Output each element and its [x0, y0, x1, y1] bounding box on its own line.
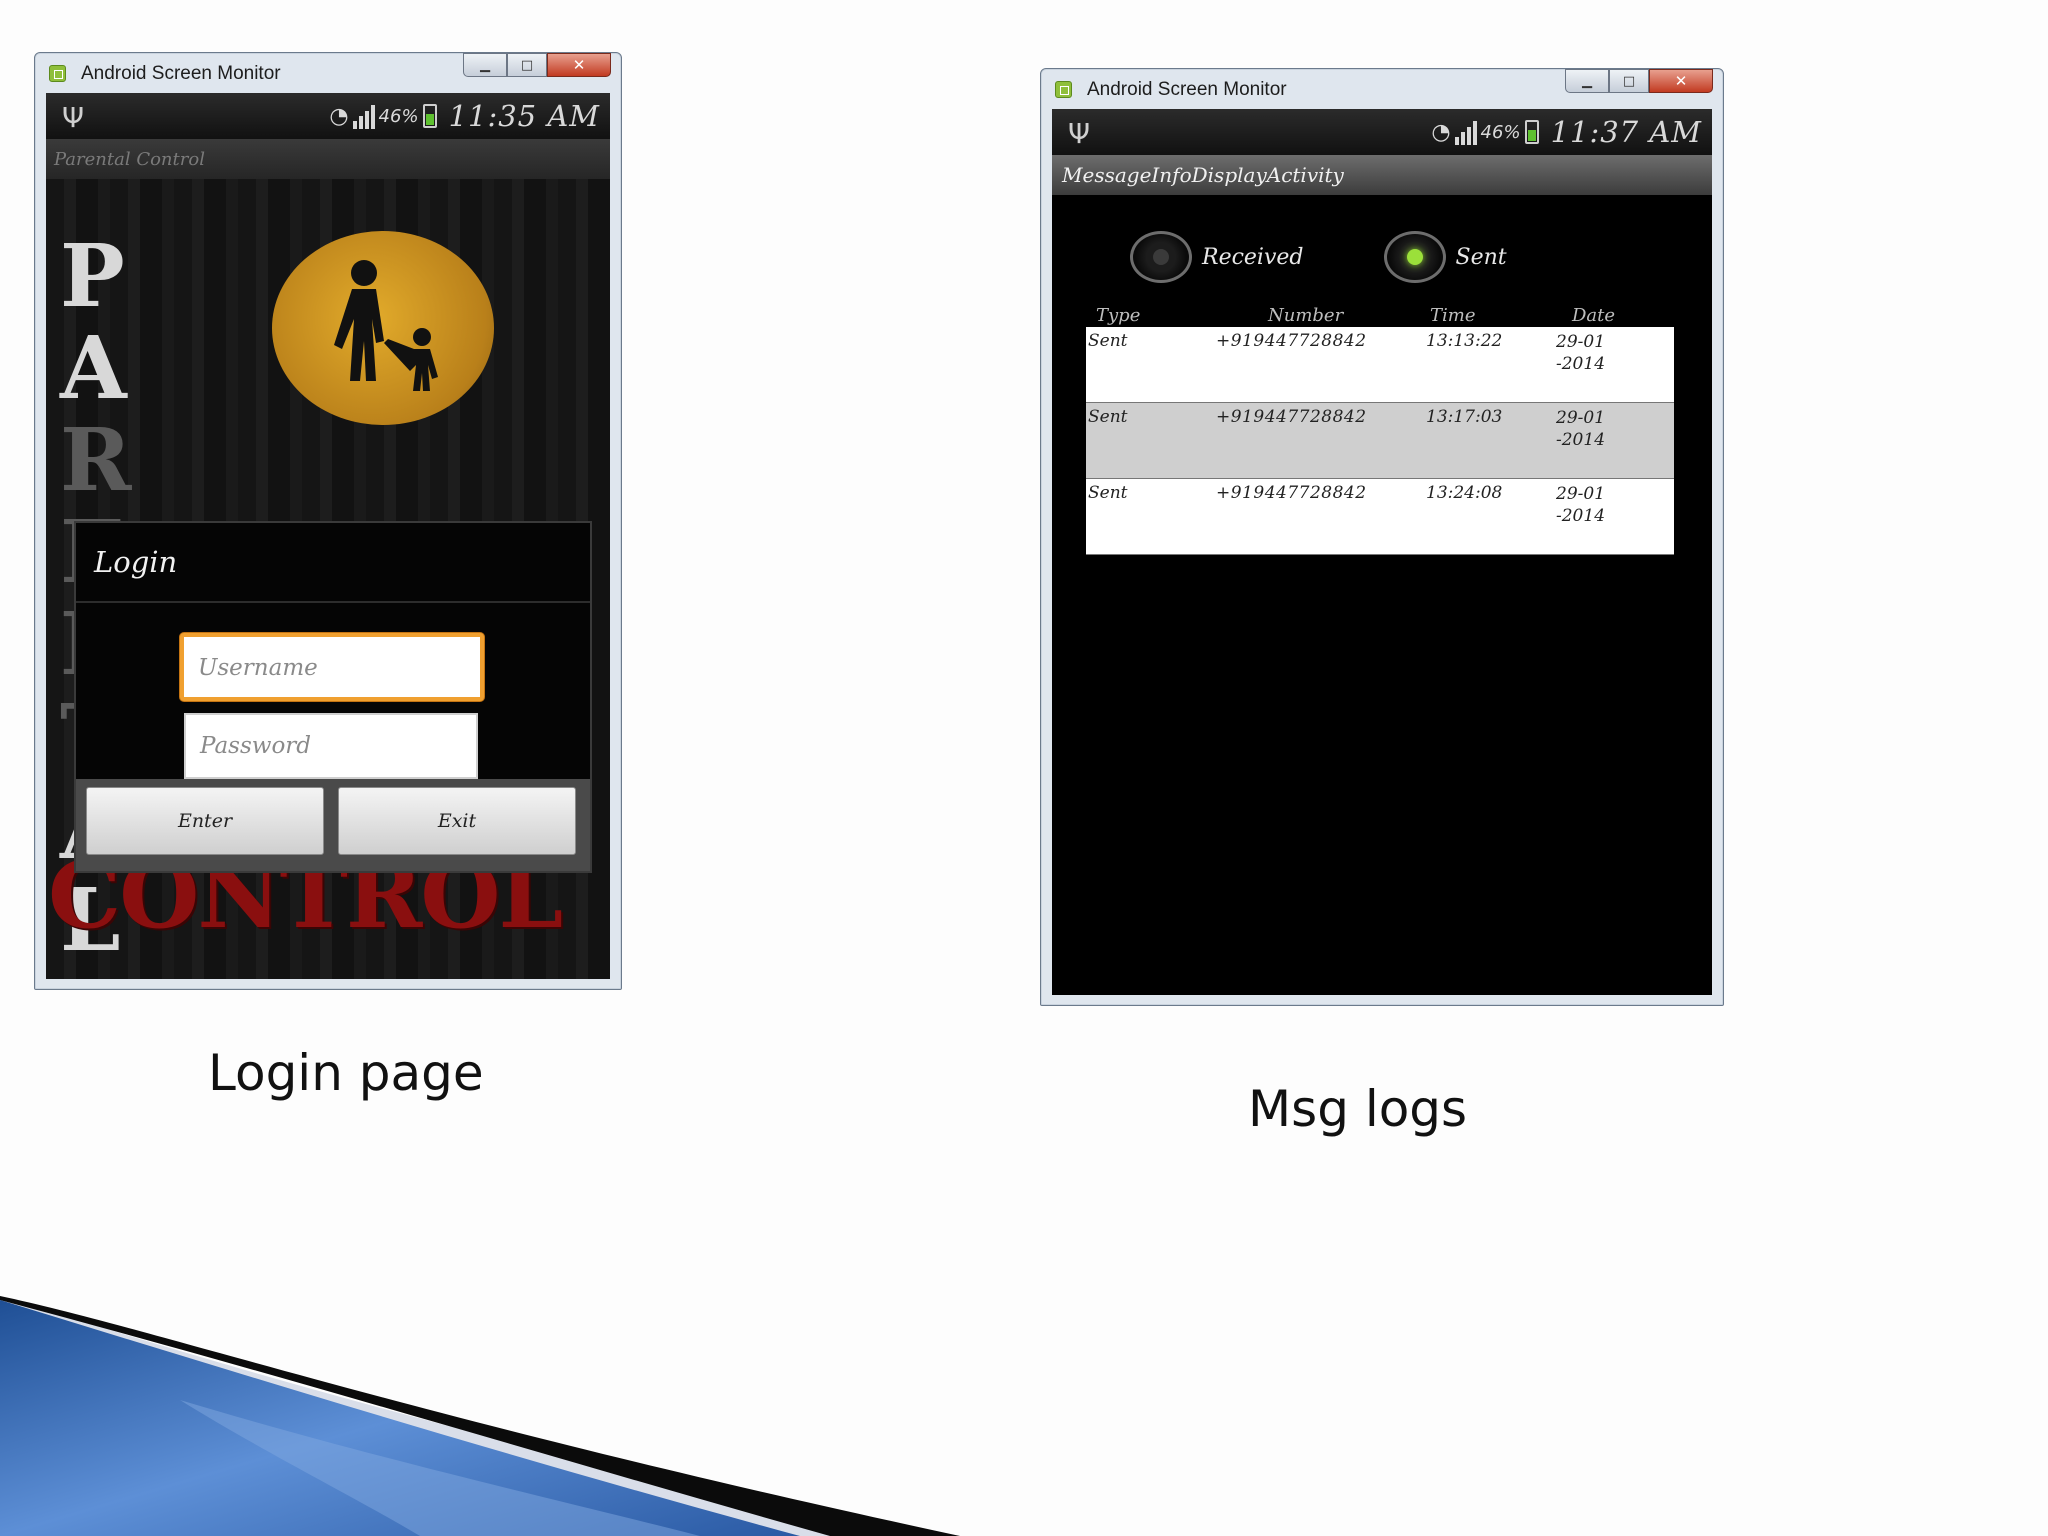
- battery-icon: [422, 104, 437, 128]
- usb-icon: Ψ: [1068, 117, 1091, 150]
- splash-letter: A: [60, 318, 127, 419]
- status-clock: 11:37 AM: [1550, 115, 1702, 149]
- message-filter-radio-group: Received Sent: [1130, 231, 1507, 283]
- column-header-date: Date: [1572, 305, 1616, 326]
- maximize-button[interactable]: □: [1609, 69, 1649, 93]
- status-clock: 11:35 AM: [448, 99, 600, 133]
- maximize-icon: □: [520, 57, 534, 73]
- splash-background: P A R E N T A L CONTROL Login: [46, 179, 610, 979]
- phone-screen: Ψ ◔ 46% 11:37 AM MessageInfoDisplayActiv…: [1052, 109, 1712, 995]
- table-row[interactable]: Sent +919447728842 13:13:22 29-01 -2014: [1086, 327, 1674, 403]
- message-log-screen: Received Sent Type Number Time Date Sent…: [1052, 195, 1712, 995]
- cell-date: 29-01 -2014: [1556, 332, 1606, 374]
- window-title: Android Screen Monitor: [81, 63, 281, 84]
- status-indicators: ◔ 46% 11:37 AM: [1431, 115, 1702, 149]
- minimize-button[interactable]: ▁: [1565, 69, 1609, 93]
- close-button[interactable]: ✕: [1649, 69, 1713, 93]
- cell-type: Sent: [1088, 331, 1128, 351]
- cell-number: +919447728842: [1216, 331, 1367, 351]
- android-screen-monitor-window-messages: Android Screen Monitor ▁ □ ✕ Ψ ◔ 46% 11:…: [1040, 68, 1724, 1006]
- maximize-button[interactable]: □: [507, 53, 547, 77]
- login-dialog: Login Username Password Enter Exit: [74, 521, 592, 873]
- radio-label: Sent: [1455, 244, 1507, 270]
- app-title-bar: MessageInfoDisplayActivity: [1052, 155, 1712, 195]
- enter-button[interactable]: Enter: [86, 787, 324, 855]
- caption-login-page: Login page: [208, 1044, 484, 1102]
- status-bar: Ψ ◔ 46% 11:37 AM: [1052, 109, 1712, 155]
- radio-received[interactable]: Received: [1130, 231, 1304, 283]
- password-input[interactable]: Password: [184, 713, 478, 779]
- battery-percent: 46%: [1480, 121, 1521, 143]
- radio-label: Received: [1202, 244, 1304, 270]
- splash-letter: P: [60, 226, 125, 327]
- column-header-type: Type: [1096, 305, 1141, 326]
- app-title-bar: Parental Control: [46, 139, 610, 179]
- cell-date: 29-01 -2014: [1556, 484, 1606, 526]
- window-titlebar: Android Screen Monitor ▁ □ ✕: [41, 53, 615, 84]
- radio-checked-icon: [1383, 231, 1446, 283]
- close-icon: ✕: [1674, 72, 1688, 90]
- splash-letter: R: [60, 410, 132, 511]
- window-controls: ▁ □ ✕: [1565, 69, 1713, 95]
- parent-child-icon: [334, 260, 438, 391]
- dialog-title: Login: [94, 545, 178, 579]
- android-monitor-app-icon: [1055, 81, 1072, 98]
- minimize-button[interactable]: ▁: [463, 53, 507, 77]
- window-controls: ▁ □ ✕: [463, 53, 611, 79]
- dialog-divider: [76, 601, 590, 603]
- close-icon: ✕: [572, 56, 586, 74]
- android-monitor-app-icon: [49, 65, 66, 82]
- wifi-icon: ◔: [329, 103, 349, 129]
- status-indicators: ◔ 46% 11:35 AM: [329, 99, 600, 133]
- radio-unchecked-icon: [1130, 231, 1192, 283]
- dialog-button-bar: Enter Exit: [76, 779, 590, 871]
- maximize-icon: □: [1622, 73, 1636, 89]
- message-log-table: Type Number Time Date Sent +919447728842…: [1086, 305, 1674, 555]
- table-row[interactable]: Sent +919447728842 13:17:03 29-01 -2014: [1086, 403, 1674, 479]
- cell-time: 13:17:03: [1426, 407, 1503, 427]
- caption-msg-logs: Msg logs: [1248, 1080, 1468, 1138]
- window-titlebar: Android Screen Monitor ▁ □ ✕: [1047, 69, 1717, 100]
- column-header-time: Time: [1430, 305, 1476, 326]
- cell-date: 29-01 -2014: [1556, 408, 1606, 450]
- battery-percent: 46%: [378, 105, 419, 127]
- battery-icon: [1524, 120, 1539, 144]
- minimize-icon: ▁: [480, 57, 490, 73]
- minimize-icon: ▁: [1582, 73, 1592, 89]
- exit-button[interactable]: Exit: [338, 787, 576, 855]
- wifi-icon: ◔: [1431, 119, 1451, 145]
- cell-number: +919447728842: [1216, 483, 1367, 503]
- close-button[interactable]: ✕: [547, 53, 611, 77]
- table-row[interactable]: Sent +919447728842 13:24:08 29-01 -2014: [1086, 479, 1674, 555]
- table-header: Type Number Time Date: [1086, 305, 1674, 327]
- parent-child-logo: [272, 231, 494, 425]
- signal-icon: [1454, 119, 1477, 145]
- radio-sent[interactable]: Sent: [1383, 231, 1507, 283]
- cell-number: +919447728842: [1216, 407, 1367, 427]
- window-title: Android Screen Monitor: [1087, 79, 1287, 100]
- status-bar: Ψ ◔ 46% 11:35 AM: [46, 93, 610, 139]
- signal-icon: [352, 103, 375, 129]
- phone-screen: Ψ ◔ 46% 11:35 AM Parental Control P A R …: [46, 93, 610, 979]
- cell-type: Sent: [1088, 407, 1128, 427]
- usb-icon: Ψ: [62, 101, 85, 134]
- username-input[interactable]: Username: [180, 633, 484, 701]
- column-header-number: Number: [1268, 305, 1344, 326]
- cell-type: Sent: [1088, 483, 1128, 503]
- cell-time: 13:13:22: [1426, 331, 1503, 351]
- cell-time: 13:24:08: [1426, 483, 1503, 503]
- android-screen-monitor-window-login: Android Screen Monitor ▁ □ ✕ Ψ ◔ 46% 11:…: [34, 52, 622, 990]
